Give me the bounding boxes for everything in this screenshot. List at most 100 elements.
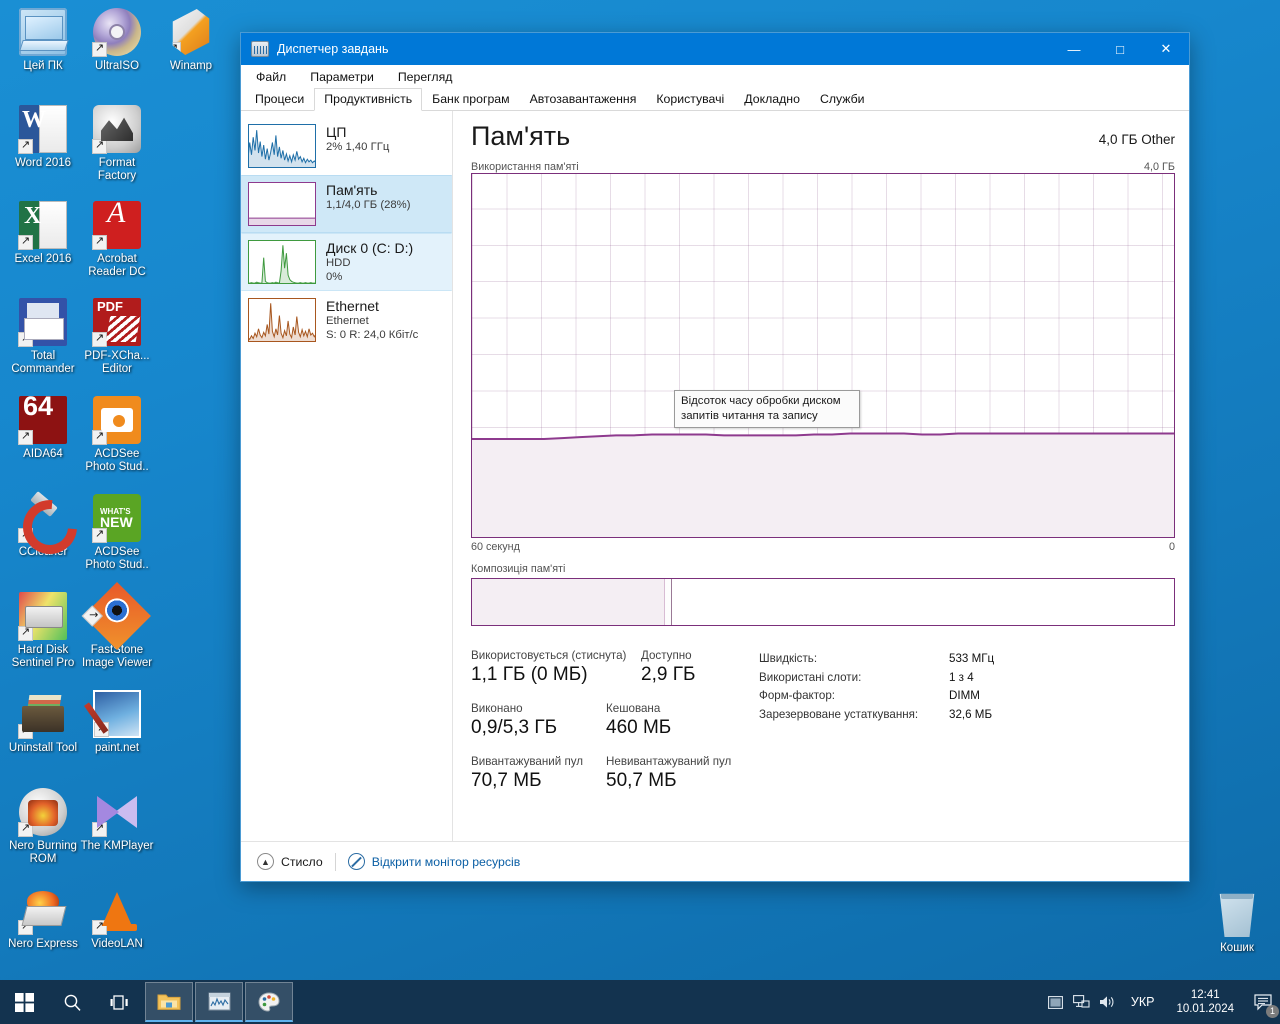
resource-list: ЦП 2% 1,40 ГГц Пам'ять 1,1/4,0 ГБ (28%): [241, 111, 453, 841]
clock[interactable]: 12:41 10.01.2024: [1164, 988, 1246, 1016]
shortcut-overlay-icon: [92, 430, 107, 445]
resource-monitor-label: Відкрити монітор ресурсів: [371, 854, 521, 869]
memory-sparkline: [248, 182, 316, 226]
desktop-icon-20[interactable]: VideoLAN: [80, 886, 154, 951]
task-view-icon: [110, 994, 128, 1010]
desktop-icon-9[interactable]: AIDA64: [6, 396, 80, 461]
composition-segment-3[interactable]: [700, 579, 1174, 625]
disk-tooltip: Відсоток часу обробки диском запитів чит…: [674, 390, 860, 428]
tab-services[interactable]: Служби: [810, 89, 875, 110]
desktop-icon-16[interactable]: paint.net: [80, 690, 154, 755]
desktop-icon-0[interactable]: Цей ПК: [6, 8, 80, 73]
desktop-icon-1[interactable]: UltraISO: [80, 8, 154, 73]
desktop-icon-2[interactable]: Winamp: [154, 8, 228, 73]
graph-axis-labels: 60 секунд 0: [471, 541, 1175, 553]
minimize-button[interactable]: —: [1051, 33, 1097, 65]
aida-icon: [18, 396, 67, 445]
composition-segment-0[interactable]: [472, 579, 666, 625]
stat-label: Кешована: [606, 702, 661, 715]
close-button[interactable]: ✕: [1143, 33, 1189, 65]
desktop-icon-8[interactable]: PDF-XCha... Editor: [80, 298, 154, 375]
stat-kv: Використані слоти: 1 з 4: [759, 669, 994, 688]
tab-users[interactable]: Користувачі: [646, 89, 734, 110]
stat-key: Використані слоти:: [759, 670, 862, 684]
stat-value: 50,7 МБ: [606, 770, 677, 791]
tab-processes[interactable]: Процеси: [245, 89, 314, 110]
winamp-icon: [172, 8, 210, 56]
word-icon: [18, 105, 67, 154]
stat-row: Вивантажуваний пул 70,7 МБ Невивантажува…: [471, 754, 741, 793]
desktop-icon-15[interactable]: Uninstall Tool: [6, 690, 80, 755]
window-title-bar[interactable]: Диспетчер завдань — □ ✕: [241, 33, 1189, 65]
desktop-icon-11[interactable]: CCleaner: [6, 494, 80, 559]
stats-right-column: Швидкість: 533 МГц Використані слоти: 1 …: [759, 648, 994, 807]
memory-usage-graph[interactable]: [471, 173, 1175, 538]
shortcut-overlay-icon: [92, 332, 107, 347]
sidebar-item-detail: HDD: [326, 257, 351, 269]
composition-segment-2[interactable]: [672, 579, 701, 625]
footer-divider: [334, 852, 336, 871]
sidebar-item-detail: 1,1/4,0 ГБ (28%): [326, 199, 411, 211]
notifications-button[interactable]: 1: [1246, 980, 1280, 1024]
network-icon[interactable]: [1069, 980, 1095, 1024]
memory-statistics: Використовується (стиснута) 1,1 ГБ (0 МБ…: [471, 648, 1175, 807]
language-indicator[interactable]: УКР: [1121, 995, 1165, 1009]
pc-icon: [19, 8, 67, 56]
menu-item-view[interactable]: Перегляд: [395, 68, 456, 86]
excel-icon: [18, 201, 67, 250]
volume-icon[interactable]: [1095, 980, 1121, 1024]
nex-icon: [18, 886, 67, 935]
menu-item-file[interactable]: Файл: [253, 68, 289, 86]
desktop-icon-13[interactable]: Hard Disk Sentinel Pro: [6, 592, 80, 669]
collapse-button[interactable]: ▲ Стисло: [257, 853, 323, 870]
desktop-icon-recycle-bin[interactable]: Кошик: [1200, 890, 1274, 955]
task-manager-icon: [251, 41, 269, 57]
desktop-icon-7[interactable]: Total Commander: [6, 298, 80, 375]
tooltip-line-1: Відсоток часу обробки диском: [681, 395, 841, 407]
sidebar-item-memory[interactable]: Пам'ять 1,1/4,0 ГБ (28%): [241, 175, 452, 233]
desktop-icon-6[interactable]: Acrobat Reader DC: [80, 201, 154, 278]
desktop-icon-label: Total Commander: [11, 350, 75, 375]
shortcut-overlay-icon: [18, 139, 33, 154]
desktop-icon-12[interactable]: ACDSee Photo Stud..: [80, 494, 154, 571]
desktop-icon-10[interactable]: ACDSee Photo Stud..: [80, 396, 154, 473]
pnet-icon: [93, 690, 141, 738]
shortcut-overlay-icon: [92, 920, 107, 935]
hds-icon: [18, 592, 67, 641]
sidebar-item-disk[interactable]: Диск 0 (C: D:) HDD 0%: [241, 233, 452, 291]
tab-startup[interactable]: Автозавантаження: [520, 89, 647, 110]
menu-item-options[interactable]: Параметри: [307, 68, 377, 86]
shortcut-overlay-icon: [18, 235, 33, 250]
tablet-mode-icon[interactable]: [1043, 980, 1069, 1024]
sidebar-item-cpu[interactable]: ЦП 2% 1,40 ГГц: [241, 117, 452, 175]
open-resource-monitor-link[interactable]: Відкрити монітор ресурсів: [347, 853, 521, 870]
start-button[interactable]: [0, 980, 48, 1024]
desktop-icon-label: ACDSee Photo Stud..: [85, 546, 149, 571]
stat-value: 32,6 МБ: [949, 707, 993, 721]
desktop-icon-4[interactable]: Format Factory: [80, 105, 154, 182]
stat-value: 533 МГц: [949, 652, 995, 665]
desktop-icon-19[interactable]: Nero Express: [6, 886, 80, 951]
composition-segment-1[interactable]: [665, 579, 673, 625]
tab-details[interactable]: Докладно: [734, 89, 810, 110]
sidebar-item-detail: Ethernet: [326, 315, 369, 327]
sidebar-item-ethernet[interactable]: Ethernet Ethernet S: 0 R: 24,0 Кбіт/с: [241, 291, 452, 349]
maximize-button[interactable]: □: [1097, 33, 1143, 65]
search-button[interactable]: [48, 980, 96, 1024]
ccl-icon: [18, 494, 67, 543]
desktop-icon-5[interactable]: Excel 2016: [6, 201, 80, 266]
tab-performance[interactable]: Продуктивність: [314, 88, 423, 111]
desktop-icon-3[interactable]: Word 2016: [6, 105, 80, 170]
memory-composition-bar[interactable]: [471, 578, 1175, 626]
task-view-button[interactable]: [96, 980, 144, 1024]
graph-caption-right: 4,0 ГБ: [1144, 161, 1175, 173]
tab-app-history[interactable]: Банк програм: [422, 89, 519, 110]
shortcut-overlay-icon: [18, 430, 33, 445]
taskbar-app-file-explorer[interactable]: [145, 982, 193, 1022]
desktop-icon-17[interactable]: Nero Burning ROM: [6, 788, 80, 865]
taskbar-app-task-manager[interactable]: [195, 982, 243, 1022]
desktop-icon-14[interactable]: FastStone Image Viewer: [80, 582, 154, 669]
shortcut-overlay-icon: [81, 605, 103, 627]
desktop-icon-18[interactable]: The KMPlayer: [80, 788, 154, 853]
taskbar-app-paint[interactable]: [245, 982, 293, 1022]
